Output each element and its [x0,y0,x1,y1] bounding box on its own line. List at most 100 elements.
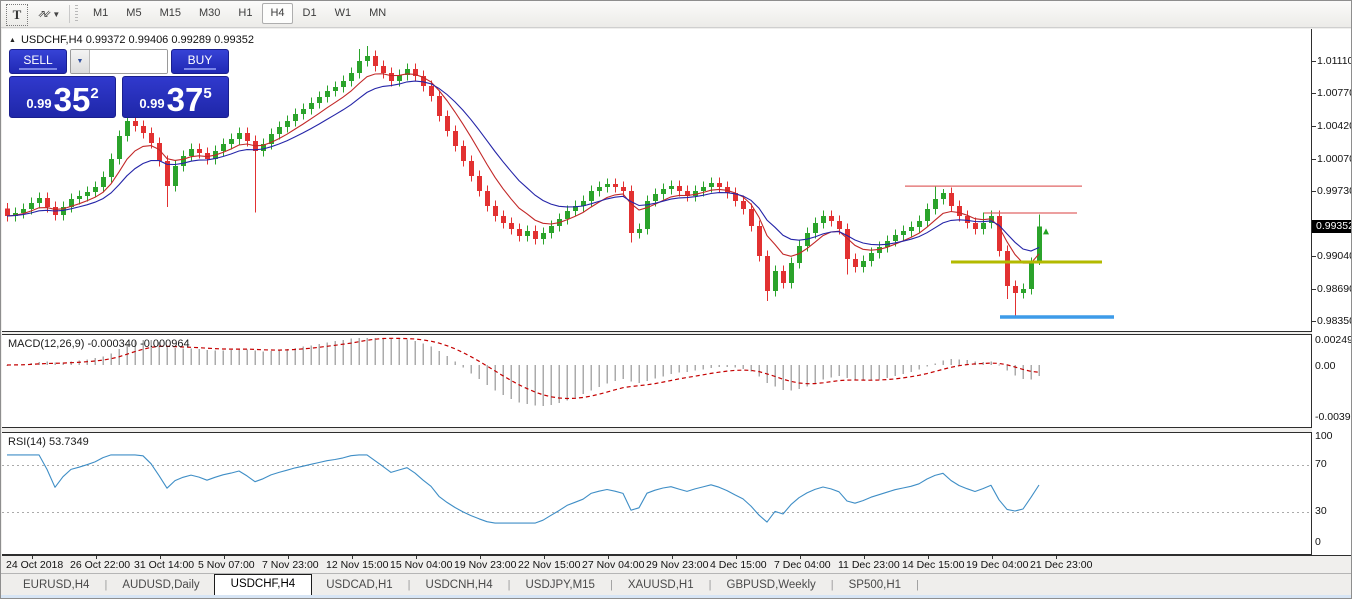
rsi-canvas[interactable] [2,433,1311,554]
timeframe-button-m5[interactable]: M5 [118,3,149,24]
macd-histogram-bar [263,351,265,365]
macd-histogram-bar [191,348,193,365]
candle-body [533,231,538,239]
buy-price-box[interactable]: 0.99 37 5 [122,76,229,118]
buy-button[interactable]: BUY [171,49,229,74]
toolbar-drag-grip[interactable] [75,5,78,23]
macd-histogram-bar [863,365,865,381]
candle-body [597,187,602,191]
candle-body [45,198,50,207]
date-axis-label: 26 Oct 22:00 [70,559,130,571]
macd-histogram-bar [799,365,801,389]
macd-histogram-bar [527,365,529,404]
candle-body [869,253,874,261]
macd-histogram-bar [663,365,665,376]
tab-usdcad-h1[interactable]: USDCAD,H1 [312,576,406,595]
macd-histogram-bar [887,365,889,378]
macd-histogram-bar [647,365,649,381]
macd-histogram-bar [511,365,513,399]
timeframe-button-mn[interactable]: MN [361,3,394,24]
macd-histogram-bar [895,365,897,376]
macd-histogram-bar [415,341,417,365]
candle-body [293,114,298,121]
candle-body [949,193,954,206]
candle-body [477,176,482,191]
candle-body [493,206,498,216]
macd-histogram-bar [791,365,793,391]
tab-sp500-h1[interactable]: SP500,H1 [835,576,915,595]
price-axis-tick [1312,256,1316,257]
macd-histogram-bar [47,362,49,365]
candle-body [525,231,530,236]
timeframe-button-d1[interactable]: D1 [295,3,325,24]
date-axis-label: 27 Nov 04:00 [582,559,644,571]
rsi-axis-label: 0 [1315,536,1321,548]
timeframe-button-h1[interactable]: H1 [230,3,260,24]
tab-xauusd-h1[interactable]: XAUUSD,H1 [614,576,708,595]
tab-gbpusd-weekly[interactable]: GBPUSD,Weekly [713,576,830,595]
macd-histogram-bar [423,343,425,365]
date-axis-label: 21 Dec 23:00 [1030,559,1092,571]
sell-button[interactable]: SELL [9,49,67,74]
macd-label: MACD(12,26,9) -0.000340 -0.000964 [8,338,190,350]
collapse-trade-panel-icon[interactable]: ▲ [9,37,16,44]
candle-body [173,166,178,186]
candle-body [1037,226,1042,263]
timeframe-button-m15[interactable]: M15 [152,3,189,24]
macd-histogram-bar [543,365,545,406]
timeframe-button-h4[interactable]: H4 [262,3,292,24]
date-axis-label: 22 Nov 15:00 [518,559,580,571]
date-axis[interactable]: 24 Oct 201826 Oct 22:0031 Oct 14:005 Nov… [2,555,1352,572]
macd-histogram-bar [255,351,257,365]
candle-body [893,235,898,241]
date-axis-label: 7 Dec 04:00 [774,559,831,571]
tab-separator: | [915,579,920,595]
volume-input[interactable] [90,50,168,73]
macd-histogram-bar [223,350,225,365]
macd-histogram-bar [215,351,217,365]
price-axis-label: 1.01110 [1317,55,1352,67]
price-axis-column[interactable]: 1.011101.007701.004201.000700.997300.990… [1312,29,1352,555]
macd-histogram-bar [455,362,457,365]
candle-body [933,199,938,209]
arrows-tool-button[interactable]: ⇗⇙▼ [34,4,64,24]
macd-histogram-bar [631,365,633,382]
price-axis-label: 1.00420 [1317,120,1352,132]
tab-usdjpy-m15[interactable]: USDJPY,M15 [511,576,608,595]
macd-histogram-bar [103,356,105,365]
candle-body [5,208,10,216]
tab-audusd-daily[interactable]: AUDUSD,Daily [108,576,213,595]
macd-histogram-bar [351,338,353,365]
timeframe-button-m30[interactable]: M30 [191,3,228,24]
tab-eurusd-h4[interactable]: EURUSD,H4 [9,576,103,595]
timeframe-button-w1[interactable]: W1 [327,3,360,24]
text-label-tool-button[interactable]: T [6,4,28,26]
macd-histogram-bar [743,365,745,369]
candle-body [325,91,330,97]
candle-body [701,187,706,191]
volume-decrease-button[interactable]: ▼ [71,50,90,73]
macd-histogram-bar [951,359,953,365]
tab-usdchf-h4[interactable]: USDCHF,H4 [214,574,313,595]
candle-body [229,139,234,144]
candle-body [717,183,722,187]
timeframe-button-m1[interactable]: M1 [85,3,116,24]
macd-canvas[interactable] [2,335,1311,427]
macd-histogram-bar [679,365,681,373]
tab-usdcnh-h4[interactable]: USDCNH,H4 [412,576,507,595]
macd-histogram-bar [687,365,689,372]
macd-histogram-bar [735,365,737,368]
buy-price-pip: 5 [203,85,211,102]
macd-histogram-bar [903,365,905,374]
candle-body [197,149,202,153]
candle-body [181,156,186,166]
macd-histogram-bar [199,349,201,365]
candle-body [117,136,122,159]
candle-body [389,73,394,81]
date-axis-label: 19 Nov 23:00 [454,559,516,571]
macd-histogram-bar [231,350,233,365]
candle-body [461,146,466,161]
sell-price-box[interactable]: 0.99 35 2 [9,76,116,118]
chevron-down-icon: ▼ [52,10,60,19]
candle-body [981,223,986,229]
